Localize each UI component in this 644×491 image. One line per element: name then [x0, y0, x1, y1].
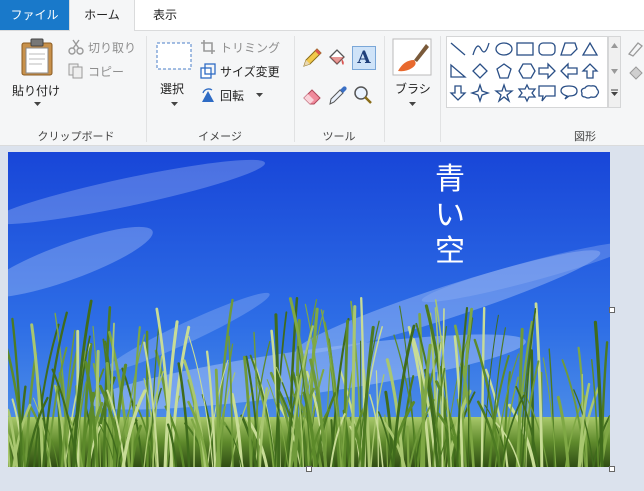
- shapes-scrollbar: [608, 36, 621, 108]
- shape-fill-icon: [629, 66, 643, 80]
- canvas-text-char: い: [435, 198, 465, 233]
- oval-shape-icon: [495, 42, 513, 56]
- menu-tab-bar: ファイル ホーム 表示: [0, 0, 644, 31]
- four-point-star-shape-icon: [469, 82, 491, 104]
- line-shape-icon: [450, 42, 466, 56]
- left-arrow-shape-icon: [560, 62, 578, 80]
- diamond-shape-icon: [472, 63, 488, 79]
- hexagon-shape-icon: [518, 63, 536, 79]
- brushes-button[interactable]: ブラシ: [388, 36, 436, 116]
- shapes-icons: [449, 41, 600, 104]
- triangle-shape-icon: [581, 41, 599, 56]
- select-button[interactable]: 選択: [152, 36, 196, 116]
- shape-outline-icon: [627, 42, 643, 57]
- right-triangle-shape-icon: [450, 63, 467, 78]
- canvas-text-char: 空: [435, 234, 465, 269]
- copy-icon: [68, 63, 83, 79]
- eraser-icon: [303, 89, 321, 105]
- paste-button[interactable]: 貼り付け: [10, 36, 64, 116]
- down-arrow-shape-icon: [449, 85, 467, 101]
- selection-rectangle-icon: [156, 42, 192, 70]
- grass-blade: [406, 425, 410, 467]
- polygon-shape-icon: [560, 42, 578, 56]
- pencil-tool[interactable]: [301, 47, 323, 69]
- resize-icon: [200, 63, 216, 79]
- crop-label: トリミング: [220, 41, 281, 55]
- tab-view[interactable]: 表示: [134, 0, 196, 30]
- shapes-gallery: [446, 36, 608, 108]
- expand-gallery-icon[interactable]: [611, 89, 618, 97]
- cloud-callout-shape-icon: [580, 85, 600, 99]
- clipboard-group-label: クリップボード: [37, 130, 115, 143]
- text-tool[interactable]: A: [352, 46, 376, 70]
- ribbon-separator: [384, 36, 385, 142]
- shape-fill-button[interactable]: [626, 64, 644, 82]
- chevron-down-icon: [409, 102, 416, 106]
- brush-icon: [392, 38, 432, 76]
- tools-group-label: ツール: [322, 130, 356, 143]
- crop-icon: [201, 40, 215, 54]
- canvas-text-char: 青: [435, 162, 465, 197]
- cut-button[interactable]: 切り取り: [68, 38, 140, 56]
- grass-blade: [467, 364, 470, 467]
- scroll-up-icon[interactable]: [611, 43, 618, 48]
- ribbon-separator: [440, 36, 441, 142]
- image-group-label: イメージ: [198, 130, 242, 143]
- tab-file[interactable]: ファイル: [0, 0, 69, 30]
- fill-tool[interactable]: [326, 47, 348, 69]
- rectangle-callout-shape-icon: [538, 85, 556, 102]
- copy-label: コピー: [88, 65, 125, 79]
- select-label: 選択: [160, 82, 185, 96]
- eyedropper-icon: [329, 86, 347, 105]
- scroll-down-icon[interactable]: [611, 69, 618, 74]
- paint-bucket-icon: [329, 49, 345, 65]
- clipboard-icon: [21, 38, 53, 76]
- brushes-label: ブラシ: [395, 82, 431, 96]
- pencil-icon: [303, 48, 322, 67]
- cut-label: 切り取り: [88, 41, 137, 55]
- chevron-down-icon: [256, 93, 263, 97]
- rectangle-shape-icon: [516, 42, 534, 56]
- color-picker-tool[interactable]: [326, 84, 348, 106]
- tab-home[interactable]: ホーム: [69, 0, 135, 31]
- resize-button[interactable]: サイズ変更: [200, 62, 290, 80]
- curve-shape-icon: [472, 42, 490, 56]
- chevron-down-icon: [171, 102, 178, 106]
- pentagon-shape-icon: [496, 63, 512, 79]
- sky-grass-image: [8, 152, 610, 467]
- ribbon-separator: [294, 36, 295, 142]
- chevron-down-icon: [34, 102, 41, 106]
- magnifier-icon: [354, 86, 372, 104]
- up-arrow-shape-icon: [581, 63, 599, 79]
- right-arrow-shape-icon: [538, 62, 556, 80]
- rounded-rectangle-shape-icon: [538, 42, 556, 56]
- rotate-label: 回転: [220, 89, 245, 103]
- rotate-icon: [202, 88, 214, 102]
- canvas-text-blue-sky[interactable]: 青 い 空: [425, 162, 475, 270]
- six-point-star-shape-icon: [517, 83, 537, 103]
- magnifier-tool[interactable]: [352, 84, 374, 106]
- rotate-button[interactable]: 回転: [200, 86, 290, 104]
- oval-callout-shape-icon: [560, 85, 578, 100]
- shape-outline-button[interactable]: [626, 40, 644, 58]
- copy-button[interactable]: コピー: [68, 62, 140, 80]
- canvas-resize-handle-bottom[interactable]: [306, 466, 312, 472]
- crop-button[interactable]: トリミング: [200, 38, 290, 56]
- shapes-group-label: 図形: [574, 130, 596, 143]
- five-point-star-shape-icon: [494, 82, 514, 103]
- eraser-tool[interactable]: [301, 84, 323, 106]
- ribbon-separator: [146, 36, 147, 142]
- resize-label: サイズ変更: [220, 65, 280, 79]
- canvas-resize-handle-corner[interactable]: [609, 466, 615, 472]
- paste-label: 貼り付け: [12, 84, 61, 98]
- drawing-canvas[interactable]: [8, 152, 610, 467]
- canvas-resize-handle-right[interactable]: [609, 307, 615, 313]
- text-tool-icon: A: [357, 48, 371, 68]
- scissors-icon: [68, 39, 84, 55]
